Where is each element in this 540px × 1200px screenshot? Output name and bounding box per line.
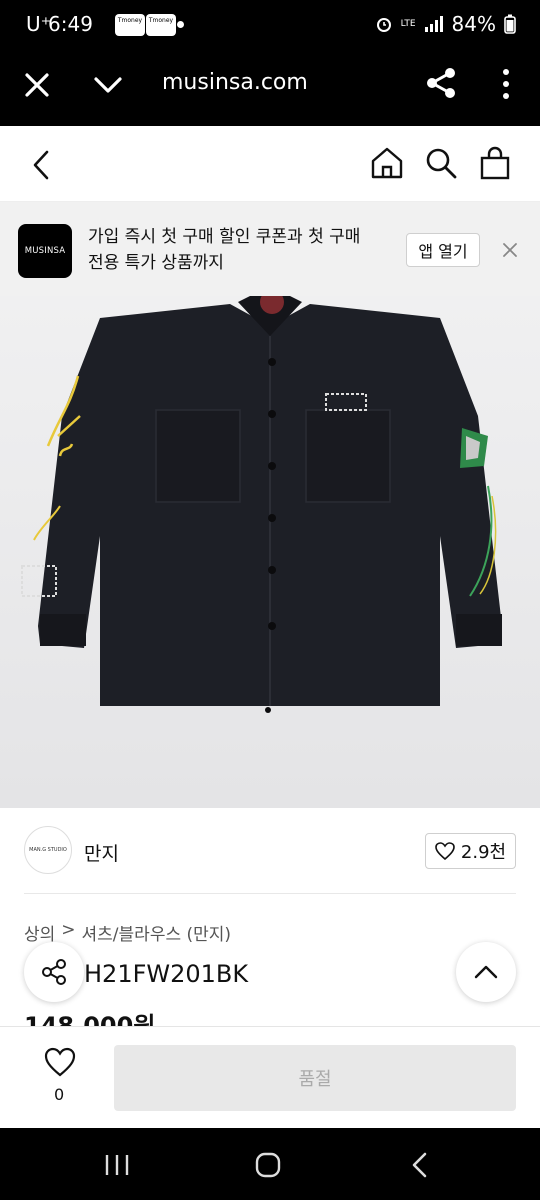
share-button[interactable] <box>24 942 84 1002</box>
soldout-button[interactable]: 품절 <box>114 1045 516 1111</box>
battery-percent: 84% <box>451 12 496 36</box>
musinsa-app-logo: MUSINSA <box>18 224 72 278</box>
like-count: 0 <box>54 1085 65 1104</box>
browser-toolbar: musinsa.com <box>0 50 540 126</box>
product-image[interactable] <box>0 296 540 808</box>
brand-name[interactable]: 만지 <box>84 839 119 866</box>
share-icon[interactable] <box>424 66 458 100</box>
search-icon[interactable] <box>422 144 460 182</box>
open-app-button[interactable]: 앱 열기 <box>406 233 480 267</box>
breadcrumb-separator: > <box>61 920 76 940</box>
recent-apps-icon[interactable] <box>104 1154 130 1176</box>
close-icon[interactable] <box>22 70 52 100</box>
chevron-up-icon <box>474 965 498 979</box>
brand-logo[interactable]: MAN.G STUDIO <box>24 826 72 874</box>
scroll-top-button[interactable] <box>456 942 516 1002</box>
home-button-icon[interactable] <box>255 1152 281 1178</box>
divider <box>24 893 516 894</box>
battery-icon <box>504 14 516 34</box>
purchase-action-bar: 0 품절 <box>0 1026 540 1128</box>
banner-message-line2: 전용 특가 상품까지 <box>88 253 224 273</box>
banner-message: 가입 즉시 첫 구매 할인 쿠폰과 첫 구매 전용 특가 상품까지 <box>88 224 388 276</box>
site-header <box>0 126 540 202</box>
url-text[interactable]: musinsa.com <box>162 70 308 95</box>
close-icon[interactable] <box>500 240 520 260</box>
clock: 6:49 <box>48 12 93 36</box>
breadcrumb-subcategory[interactable]: 셔츠/블라우스 (만지) <box>82 920 232 945</box>
tmoney-notification-icon: Tmoney <box>115 14 145 36</box>
brand-row: MAN.G STUDIO 만지 2.9천 <box>0 808 540 894</box>
back-icon[interactable] <box>410 1152 430 1178</box>
signal-icon <box>424 16 443 32</box>
network-type: LTE <box>400 18 416 29</box>
alarm-icon <box>376 18 391 32</box>
banner-message-line1: 가입 즉시 첫 구매 할인 쿠폰과 첫 구매 <box>88 227 361 247</box>
heart-icon[interactable] <box>44 1047 76 1077</box>
notification-dot-icon <box>177 21 184 28</box>
system-navigation-bar <box>0 1128 540 1200</box>
product-price: 148,000원 <box>24 1012 156 1026</box>
more-vertical-icon[interactable] <box>500 68 512 100</box>
heart-icon <box>435 842 455 860</box>
product-code: H21FW201BK <box>84 960 249 988</box>
app-install-banner: MUSINSA 가입 즉시 첫 구매 할인 쿠폰과 첫 구매 전용 특가 상품까… <box>0 202 540 296</box>
shirt-image <box>21 296 502 713</box>
status-right: LTE 84% <box>375 12 516 36</box>
bag-icon[interactable] <box>476 144 514 182</box>
home-icon[interactable] <box>368 144 406 182</box>
chevron-down-icon[interactable] <box>93 70 123 100</box>
brand-like-count: 2.9천 <box>460 842 507 863</box>
brand-like-button[interactable]: 2.9천 <box>425 833 516 869</box>
tmoney-notification-icon-2: Tmoney <box>146 14 176 36</box>
status-bar: U⁺ 6:49 Tmoney Tmoney LTE 84% <box>0 0 540 50</box>
back-icon[interactable] <box>28 148 56 182</box>
share-icon <box>42 959 66 985</box>
